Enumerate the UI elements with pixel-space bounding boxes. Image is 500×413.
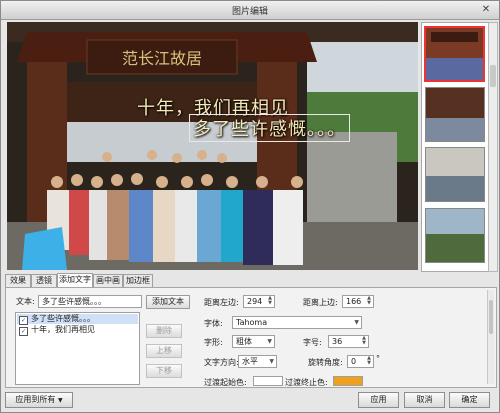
apply-button[interactable]: 应用 xyxy=(358,392,399,408)
top-distance-input[interactable]: 166 ▲ ▼ xyxy=(342,295,374,308)
top-distance-label: 距离上边: xyxy=(303,298,338,307)
add-text-button[interactable]: 添加文本 xyxy=(146,295,190,309)
font-label: 字体: xyxy=(204,319,223,328)
list-item-label: 多了些许感慨。。。 xyxy=(31,314,95,323)
text-list[interactable]: ✓ 多了些许感慨。。。 ✓ 十年，我们再相见 xyxy=(15,312,140,385)
tab-add-text[interactable]: 添加文字 xyxy=(57,273,93,287)
tab-lens[interactable]: 透镜 xyxy=(31,274,57,287)
chevron-down-icon: ▼ xyxy=(269,358,274,365)
left-distance-label: 距离左边: xyxy=(204,298,239,307)
tab-picture-in-picture[interactable]: 画中画 xyxy=(93,274,123,287)
spinner-icon[interactable]: ▲ ▼ xyxy=(267,296,273,307)
font-value: Tahoma xyxy=(236,318,268,327)
direction-label: 文字方向: xyxy=(204,358,239,367)
size-label: 字号: xyxy=(303,338,322,347)
spinner-icon[interactable]: ▲ ▼ xyxy=(366,296,372,307)
text-label: 文本: xyxy=(16,297,35,306)
close-icon[interactable]: ✕ xyxy=(479,3,493,16)
gradient-start-label: 过渡起始色: xyxy=(204,378,247,387)
chevron-down-icon: ▼ xyxy=(57,397,63,404)
thumbnail-scroll-thumb[interactable] xyxy=(490,65,496,87)
window-title: 图片编辑 xyxy=(231,7,268,17)
thumbnail-2[interactable] xyxy=(425,87,485,142)
font-select[interactable]: Tahoma ▼ xyxy=(232,316,362,329)
direction-value: 水平 xyxy=(242,357,258,366)
gradient-end-color-picker[interactable] xyxy=(333,376,363,386)
left-distance-input[interactable]: 294 ▲ ▼ xyxy=(243,295,275,308)
panel-scroll-thumb[interactable] xyxy=(489,300,493,334)
image-edit-window: 图片编辑 ✕ 范长江故居 十年，我们再相见 多了些许感慨。。。 效果 透镜 添加… xyxy=(0,0,500,413)
style-select[interactable]: 粗体 ▼ xyxy=(232,335,275,348)
chevron-down-icon: ▼ xyxy=(354,319,359,326)
size-input[interactable]: 36 ▲ ▼ xyxy=(328,335,369,348)
size-value: 36 xyxy=(332,337,343,346)
direction-select[interactable]: 水平 ▼ xyxy=(238,355,277,368)
gradient-start-color-picker[interactable] xyxy=(253,376,283,386)
panel-scrollbar[interactable] xyxy=(487,290,494,384)
checkbox-checked-icon[interactable]: ✓ xyxy=(19,327,28,336)
photo-canvas: 范长江故居 xyxy=(7,22,418,270)
thumbnail-3[interactable] xyxy=(425,147,485,202)
spinner-icon[interactable]: ▲ ▼ xyxy=(366,356,372,367)
thumbnail-4[interactable] xyxy=(425,208,485,263)
tab-effect[interactable]: 效果 xyxy=(5,274,31,287)
photo-preview[interactable]: 范长江故居 十年，我们再相见 多了些许感慨。。。 xyxy=(7,22,418,270)
chevron-down-icon: ▼ xyxy=(267,338,272,345)
move-down-button[interactable]: 下移 xyxy=(146,364,182,378)
overlay-text-line-2-selected[interactable]: 多了些许感慨。。。 xyxy=(189,114,350,142)
style-label: 字形: xyxy=(204,338,223,347)
title-bar: 图片编辑 ✕ xyxy=(1,1,499,20)
thumbnail-1-selected[interactable] xyxy=(424,26,485,82)
style-value: 粗体 xyxy=(236,337,252,346)
left-distance-value: 294 xyxy=(247,297,263,306)
apply-to-all-button[interactable]: 应用到所有 ▼ xyxy=(5,392,73,408)
cancel-button[interactable]: 取消 xyxy=(404,392,445,408)
gate-sign: 范长江故居 xyxy=(122,49,202,68)
tab-add-border[interactable]: 加边框 xyxy=(123,274,153,287)
rotate-label: 旋转角度: xyxy=(308,358,343,367)
gradient-end-label: 过渡终止色: xyxy=(285,378,328,387)
ok-button[interactable]: 确定 xyxy=(449,392,490,408)
thumbnail-scrollbar[interactable] xyxy=(488,22,498,272)
rotate-unit: ° xyxy=(376,354,380,363)
text-input[interactable]: 多了些许感慨。。。 xyxy=(38,295,142,308)
apply-to-all-label: 应用到所有 xyxy=(15,395,56,404)
list-item[interactable]: ✓ 多了些许感慨。。。 xyxy=(17,314,138,325)
top-distance-value: 166 xyxy=(346,297,362,306)
spinner-icon[interactable]: ▲ ▼ xyxy=(361,336,367,347)
thumbnail-strip xyxy=(421,22,489,272)
list-item-label: 十年，我们再相见 xyxy=(31,325,95,334)
rotate-input[interactable]: 0 ▲ ▼ xyxy=(347,355,374,368)
move-up-button[interactable]: 上移 xyxy=(146,344,182,358)
delete-button[interactable]: 删除 xyxy=(146,324,182,338)
checkbox-checked-icon[interactable]: ✓ xyxy=(19,316,28,325)
rotate-value: 0 xyxy=(351,357,357,366)
add-text-panel: 文本: 多了些许感慨。。。 添加文本 ✓ 多了些许感慨。。。 ✓ 十年，我们再相见 … xyxy=(5,287,497,388)
list-item[interactable]: ✓ 十年，我们再相见 xyxy=(17,325,138,336)
